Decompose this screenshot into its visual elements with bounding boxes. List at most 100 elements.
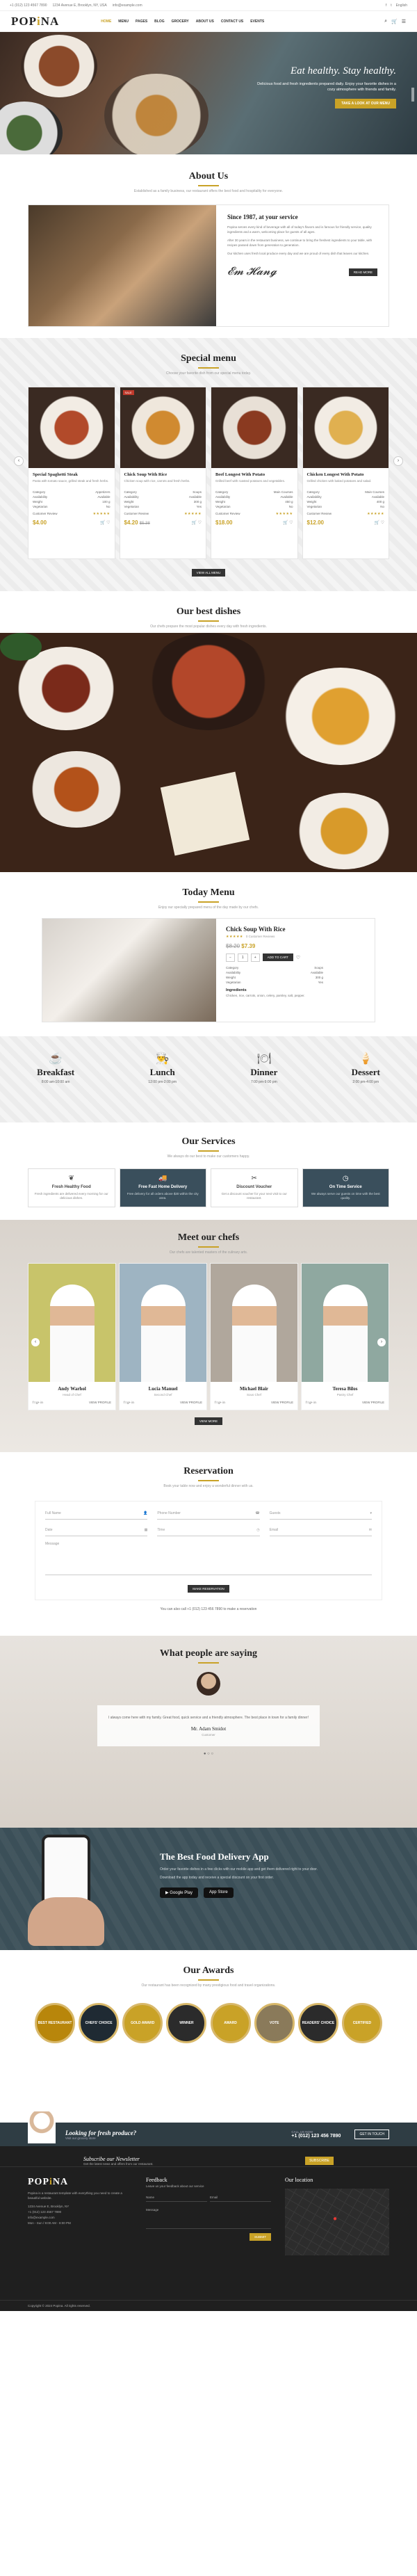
hero-text: Delicious food and fresh ingredients pre… [257,82,396,92]
cart-icon[interactable]: 🛒 [191,521,197,525]
cart-icon[interactable]: 🛒 [391,19,398,24]
wishlist-icon[interactable]: ♡ [296,955,300,960]
wishlist-icon[interactable]: ♡ [106,521,110,525]
nav-item[interactable]: BLOG [154,19,164,24]
view-profile-link[interactable]: VIEW PROFILE [89,1401,111,1404]
best-dishes-title: Our best dishes [176,606,241,617]
app-store-button[interactable]: App Store [203,1887,234,1898]
carousel-prev-arrow[interactable]: ‹ [14,456,24,466]
clock-icon: ◷ [342,1174,349,1182]
user-icon: 👤 [143,1511,148,1515]
dish-name[interactable]: Chicken Longest With Potato [307,472,385,477]
about-paragraph-1: Popina serves every kind of beverage wit… [227,225,372,234]
social-icons[interactable]: f t g+ in [33,1401,43,1404]
logo[interactable]: POPiNA [11,15,59,29]
make-reservation-button[interactable]: MAKE RESERVATION [188,1584,229,1593]
title-divider [198,1246,219,1248]
calendar-icon: ▦ [144,1528,148,1532]
feedback-message-input[interactable]: Message [146,2206,271,2229]
about-bartender-image [28,204,216,326]
dish-image[interactable] [28,387,115,468]
nav-item[interactable]: HOME [101,19,111,24]
wishlist-icon[interactable]: ♡ [381,521,384,525]
full-name-field[interactable]: Full Name 👤 [45,1508,148,1520]
quantity-increase[interactable]: + [250,953,260,962]
newsletter-subtitle: Get the latest news and offers from our … [83,2162,154,2166]
award-badge: GOLD AWARD [122,2002,163,2043]
view-profile-link[interactable]: VIEW PROFILE [180,1401,202,1404]
nav-item[interactable]: EVENTS [250,19,264,24]
date-field[interactable]: Date ▦ [45,1525,148,1536]
hero-menu-button[interactable]: TAKE A LOOK AT OUR MENU [335,98,396,108]
view-profile-link[interactable]: VIEW PROFILE [362,1401,384,1404]
dish-name[interactable]: Special Spaghetti Steak [33,472,111,477]
nav-item[interactable]: CONTACT US [221,19,243,24]
subscribe-button[interactable]: SUBSCRIBE [305,2156,334,2165]
wishlist-icon[interactable]: ♡ [198,521,202,525]
email-field[interactable]: Email ✉ [269,1525,372,1536]
promo-phone[interactable]: +1 (012) 123 456 7890 [291,2134,341,2139]
search-icon[interactable]: ⌕ [384,19,387,24]
feedback-email-input[interactable]: Email [210,2193,271,2202]
menu-card[interactable]: Beef Longest With Potato Grilled beef wit… [211,386,298,559]
award-badge: WINNER [166,2002,207,2043]
meal-time: 7:00 pm-9:00 pm [250,1080,277,1084]
time-field[interactable]: Time ◷ [157,1525,260,1536]
location-map[interactable]: ● [285,2189,389,2255]
dish-image[interactable] [302,387,389,468]
service-text: Get a discount voucher for your next vis… [221,1191,287,1200]
top-bar: +1 (012) 123 4567 7890 1234 Avenue E, Br… [0,0,417,11]
services-title: Our Services [181,1136,236,1147]
dish-image[interactable] [120,387,206,468]
chefs-next-arrow[interactable]: › [377,1338,386,1346]
google-play-button[interactable]: ▶ Google Play [160,1887,198,1898]
social-icons[interactable]: f t g+ in [306,1401,316,1404]
reviews-label: Customer Review [124,511,149,515]
carousel-next-arrow[interactable]: › [393,456,403,466]
view-more-chefs-button[interactable]: VIEW MORE [194,1417,223,1425]
menu-card[interactable]: SALE Chick Soup With Rice Chicken soup wit… [119,386,206,559]
reviews-label: Customer Review [306,511,332,515]
social-icons[interactable]: f t g+ in [124,1401,134,1404]
message-field[interactable]: Message [45,1542,372,1575]
nav-item[interactable]: MENU [118,19,129,24]
guests-field[interactable]: Guests ▾ [269,1508,372,1520]
footer-email[interactable]: info@example.com [28,2216,132,2219]
social-icons[interactable]: f t g+ in [215,1401,225,1404]
feedback-submit-button[interactable]: SUBMIT [249,2233,271,2241]
view-profile-link[interactable]: VIEW PROFILE [271,1401,293,1404]
cart-icon[interactable]: 🛒 [283,521,289,525]
hand-image [28,1897,104,1946]
language-select[interactable]: English [396,3,407,8]
testimonial-role: Customer [202,1733,215,1737]
nav-item[interactable]: GROCERY [172,19,189,24]
cart-icon[interactable]: 🛒 [100,521,106,525]
chefs-prev-arrow[interactable]: ‹ [31,1338,40,1346]
phone-field[interactable]: Phone Number ☎ [157,1508,260,1520]
scrollbar[interactable] [411,88,414,102]
menu-card[interactable]: Special Spaghetti Steak Pasta with tomato… [28,386,115,559]
email-text[interactable]: info@example.com [113,3,142,8]
dish-name[interactable]: Beef Longest With Potato [215,472,293,477]
add-to-cart-button[interactable]: ADD TO CART [262,953,293,961]
quantity-decrease[interactable]: − [226,953,235,962]
reviews-count: 0 Customer Reviews [245,935,275,938]
view-all-menu-button[interactable]: VIEW ALL MENU [191,568,226,577]
read-more-button[interactable]: READ MORE [348,268,377,276]
hero-title: Eat healthy. Stay healthy. [290,65,396,77]
menu-card[interactable]: Chicken Longest With Potato Grilled chick… [302,386,389,559]
dish-name[interactable]: Chick Soup With Rice [124,472,202,477]
quantity-input[interactable]: 1 [237,953,248,962]
nav-item[interactable]: PAGES [136,19,147,24]
feedback-name-input[interactable]: Name [146,2193,207,2202]
footer-logo[interactable]: POPiNA [28,2177,132,2188]
get-in-touch-button[interactable]: GET IN TOUCH [354,2130,389,2139]
cart-icon[interactable]: 🛒 [374,521,380,525]
menu-icon[interactable]: ☰ [402,19,406,24]
title-divider [198,620,219,622]
dish-image[interactable] [211,387,297,468]
spec-row: Category Soups [226,965,323,969]
nav-item[interactable]: ABOUT US [196,19,214,24]
carousel-dots[interactable]: ● ○ ○ [0,1752,417,1756]
wishlist-icon[interactable]: ♡ [289,521,293,525]
